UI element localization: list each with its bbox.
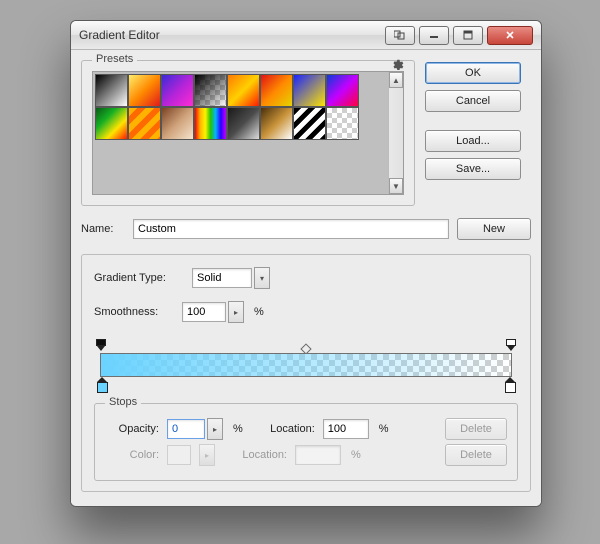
smoothness-input[interactable] [182,302,226,322]
gradient-settings-panel: Gradient Type: ▾ Smoothness: ▸ % [81,254,531,492]
presets-panel: Presets ▲ ▼ [81,60,415,206]
chevron-right-icon: ▸ [199,444,215,466]
new-button[interactable]: New [457,218,531,240]
cancel-button[interactable]: Cancel [425,90,521,112]
dialog-body: Presets ▲ ▼ OK Cancel [71,50,541,506]
opacity-stop-left[interactable] [96,339,106,351]
chevron-right-icon[interactable]: ▸ [228,301,244,323]
gradient-editor-window: Gradient Editor Presets [70,20,542,507]
preset-swatch[interactable] [293,107,326,140]
preset-swatch-box: ▲ ▼ [92,71,404,195]
gradient-type-label: Gradient Type: [94,272,184,284]
preset-swatch[interactable] [194,107,227,140]
preset-swatch[interactable] [260,107,293,140]
presets-scrollbar[interactable]: ▲ ▼ [388,72,403,194]
preset-swatch[interactable] [260,74,293,107]
preset-swatch[interactable] [128,107,161,140]
name-input[interactable] [133,219,449,239]
preset-swatch[interactable] [128,74,161,107]
load-button[interactable]: Load... [425,130,521,152]
opacity-stop-right[interactable] [506,339,516,351]
smoothness-label: Smoothness: [94,306,174,318]
gradient-track[interactable] [94,337,518,393]
preset-swatch[interactable] [227,107,260,140]
gradient-editor-area [94,337,518,393]
window-title: Gradient Editor [79,28,160,42]
stop-location2-label: Location: [233,449,287,461]
stop-location-label: Location: [261,423,315,435]
preset-swatch[interactable] [326,74,359,107]
stop-location2-input [295,445,341,465]
titlebar[interactable]: Gradient Editor [71,21,541,50]
stop-opacity-suffix: % [233,423,243,435]
chevron-right-icon[interactable]: ▸ [207,418,223,440]
delete-color-stop-button[interactable]: Delete [445,444,507,466]
stop-location-input[interactable] [323,419,369,439]
gradient-type-value[interactable] [192,268,252,288]
preset-swatch[interactable] [194,74,227,107]
gradient-preview-bar[interactable] [100,353,512,377]
stop-opacity-label: Opacity: [105,423,159,435]
stop-location2-suffix: % [351,449,361,461]
color-stop-left[interactable] [96,377,108,393]
preset-swatch[interactable] [95,74,128,107]
gradient-type-select[interactable]: ▾ [192,267,270,289]
chevron-down-icon[interactable]: ▾ [254,267,270,289]
name-label: Name: [81,223,125,235]
delete-opacity-stop-button[interactable]: Delete [445,418,507,440]
gear-icon[interactable] [390,58,404,72]
stops-panel: Stops Opacity: ▸ % Location: % Delete [94,403,518,481]
smoothness-stepper[interactable]: ▸ [182,301,244,323]
maximize-button[interactable] [453,26,483,45]
preset-swatch[interactable] [227,74,260,107]
window-buttons [385,26,533,45]
stop-color-label: Color: [105,449,159,461]
save-button[interactable]: Save... [425,158,521,180]
popout-button[interactable] [385,26,415,45]
smoothness-suffix: % [254,306,264,318]
presets-legend: Presets [92,53,137,65]
close-button[interactable] [487,26,533,45]
preset-swatch[interactable] [95,107,128,140]
dialog-buttons: OK Cancel Load... Save... [425,62,521,180]
preset-swatch[interactable] [161,107,194,140]
stops-legend: Stops [105,396,141,408]
stop-color-swatch [167,445,191,465]
stop-location-suffix: % [379,423,389,435]
scroll-down-icon[interactable]: ▼ [389,178,403,194]
ok-button[interactable]: OK [425,62,521,84]
preset-swatch[interactable] [293,74,326,107]
color-stop-right[interactable] [504,377,516,393]
stop-opacity-input[interactable] [167,419,205,439]
preset-swatch[interactable] [326,107,359,140]
scroll-up-icon[interactable]: ▲ [389,72,403,88]
minimize-button[interactable] [419,26,449,45]
stop-opacity-stepper[interactable]: ▸ [167,418,223,440]
preset-swatch[interactable] [161,74,194,107]
